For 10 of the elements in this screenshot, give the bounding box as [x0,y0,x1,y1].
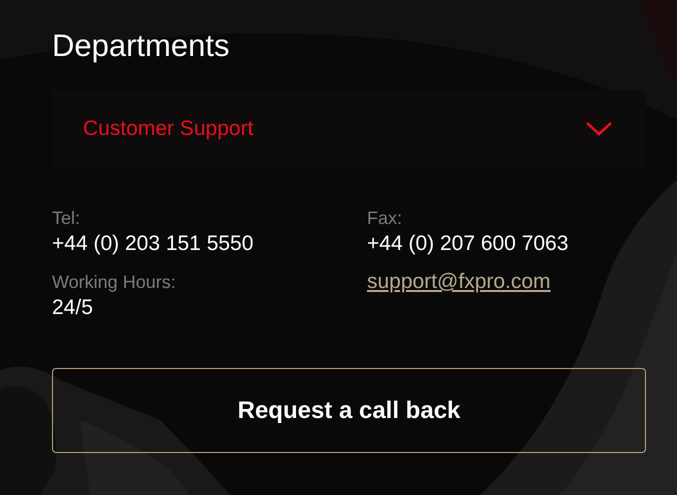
contact-label: Tel: [52,207,82,230]
contact-value: +44 (0) 203 151 5550 [52,231,254,257]
chevron-down-icon [585,121,613,137]
contact-value: 24/5 [52,295,94,321]
section-heading: Departments [52,27,230,65]
email-link[interactable]: support@fxpro.com [367,270,551,293]
request-callback-button[interactable]: Request a call back [52,368,646,453]
contact-label: Fax: [367,207,404,230]
contact-value: +44 (0) 207 600 7063 [367,231,570,257]
contact-label: Working Hours: [52,271,177,294]
